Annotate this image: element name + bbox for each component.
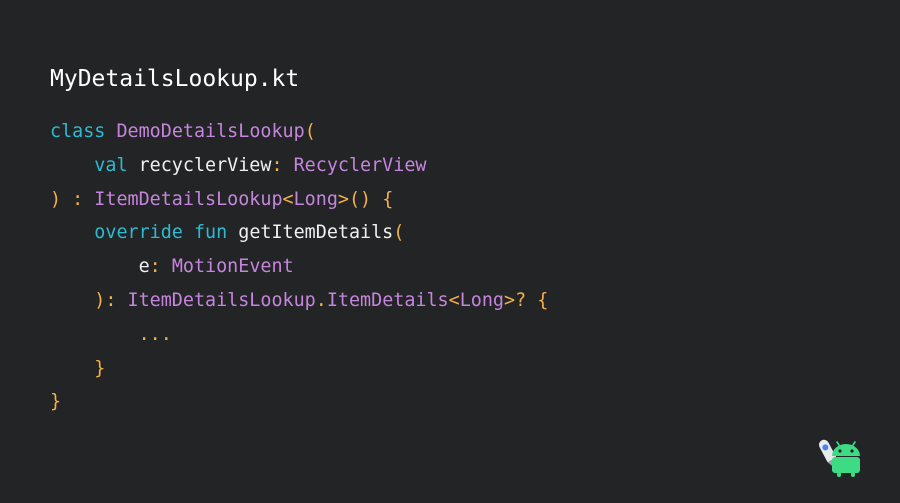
code-token-punct: } xyxy=(50,391,62,413)
code-line-3: ) : ItemDetailsLookup<Long>() { xyxy=(50,183,548,217)
code-token-punct: : xyxy=(271,154,294,176)
code-token-punct: . xyxy=(315,289,327,311)
code-token-punct: ): xyxy=(94,289,128,311)
code-token-punct: >? { xyxy=(504,289,549,311)
code-token-type: Long xyxy=(459,289,504,311)
code-token-punct: : xyxy=(149,256,172,278)
code-token-id xyxy=(183,222,194,243)
code-token-type: RecyclerView xyxy=(293,154,427,176)
code-token-id: recyclerView xyxy=(127,154,272,176)
code-token-id xyxy=(105,121,116,142)
code-line-8: } xyxy=(50,352,548,386)
code-token-type: MotionEvent xyxy=(171,256,294,278)
slide: MyDetailsLookup.kt class DemoDetailsLook… xyxy=(0,0,900,503)
code-token-kw: val xyxy=(94,154,128,176)
code-line-9: } xyxy=(50,385,548,419)
code-line-5: e: MotionEvent xyxy=(50,250,548,284)
code-token-punct: >() { xyxy=(337,188,394,210)
code-line-1: class DemoDetailsLookup( xyxy=(50,115,548,149)
code-token-type: ItemDetails xyxy=(326,289,449,311)
code-token-type: Long xyxy=(293,188,338,210)
code-token-kw: class xyxy=(50,121,106,142)
file-title: MyDetailsLookup.kt xyxy=(50,66,300,92)
code-token-kw: fun xyxy=(193,222,228,244)
code-token-type: DemoDetailsLookup xyxy=(116,121,305,142)
code-block: class DemoDetailsLookup( val recyclerVie… xyxy=(50,115,548,419)
code-line-4: override fun getItemDetails( xyxy=(50,216,548,250)
code-line-7: ... xyxy=(50,318,548,352)
code-token-punct: < xyxy=(448,289,460,311)
code-token-punct: < xyxy=(282,188,294,210)
code-token-id: e xyxy=(138,256,150,278)
code-line-6: ): ItemDetailsLookup.ItemDetails<Long>? … xyxy=(50,284,548,318)
code-token-punct: ) : xyxy=(50,188,95,210)
android-studio-icon xyxy=(818,439,860,477)
code-token-type: ItemDetailsLookup xyxy=(94,188,283,210)
code-token-punct: ( xyxy=(393,222,405,244)
code-token-dots: ... xyxy=(138,323,172,345)
code-token-type: ItemDetailsLookup xyxy=(127,289,316,311)
code-token-kw: override xyxy=(94,222,183,244)
code-token-punct: ( xyxy=(304,121,316,142)
code-line-2: val recyclerView: RecyclerView xyxy=(50,149,548,183)
code-token-id: getItemDetails xyxy=(227,222,394,244)
code-token-punct: } xyxy=(94,357,106,379)
